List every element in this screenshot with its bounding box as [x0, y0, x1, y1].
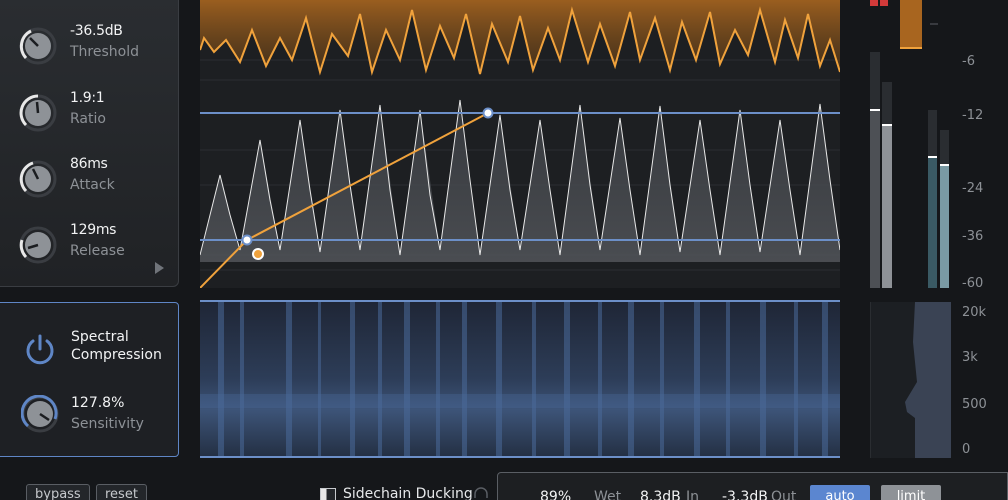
- sensitivity-value: 127.8%: [71, 395, 125, 411]
- freq-tick: 3k: [962, 350, 978, 365]
- output-panel: 89% Wet 8.3dB In -3.3dB Out auto limit: [497, 472, 1008, 500]
- freq-tick: 20k: [962, 305, 987, 320]
- compression-display[interactable]: [200, 0, 840, 288]
- threshold-knob[interactable]: [19, 27, 57, 65]
- db-scale: -6 -12 -24 -36 -60: [955, 0, 1008, 291]
- release-label: Release: [70, 243, 125, 259]
- db-tick: -24: [962, 181, 984, 196]
- freq-tick: 0: [962, 442, 971, 457]
- input-gain-value[interactable]: 8.3dB: [640, 489, 681, 500]
- ratio-label: Ratio: [70, 111, 106, 127]
- attack-value: 86ms: [70, 156, 108, 172]
- freq-tick: 500: [962, 397, 987, 412]
- db-tick: -60: [962, 276, 984, 291]
- db-tick: -36: [962, 229, 984, 244]
- compressor-controls-panel: -36.5dB Threshold 1.9:1 Ratio 86ms Attac…: [0, 0, 179, 287]
- wet-value[interactable]: 89%: [540, 489, 571, 500]
- output-gain-label: Out: [771, 489, 797, 500]
- spectrogram-display: [200, 300, 840, 458]
- attack-label: Attack: [70, 177, 115, 193]
- ceiling-handle[interactable]: [482, 107, 494, 119]
- bottom-toolbar: bypass reset Sidechain Ducking 89% Wet 8…: [0, 468, 1008, 500]
- headphones-icon[interactable]: [473, 486, 489, 500]
- frequency-scale: 20k 3k 500 0: [955, 300, 1008, 460]
- level-indicator-dot: [252, 248, 264, 260]
- sidechain-label: Sidechain Ducking: [343, 486, 473, 500]
- threshold-control[interactable]: -36.5dB Threshold: [17, 21, 177, 71]
- sensitivity-label: Sensitivity: [71, 416, 144, 432]
- output-gain-value[interactable]: -3.3dB: [722, 489, 768, 500]
- limit-button[interactable]: limit: [881, 485, 941, 500]
- spectral-compression-label: Spectral Compression: [71, 329, 162, 363]
- power-icon[interactable]: [23, 333, 57, 367]
- db-tick: -6: [962, 54, 975, 69]
- spectral-profile: [870, 302, 951, 458]
- ratio-control[interactable]: 1.9:1 Ratio: [17, 88, 177, 138]
- db-tick: -12: [962, 108, 984, 123]
- attack-control[interactable]: 86ms Attack: [17, 154, 177, 204]
- release-control[interactable]: 129ms Release: [17, 220, 177, 270]
- sidechain-toggle[interactable]: [320, 488, 336, 500]
- threshold-value: -36.5dB: [70, 23, 123, 39]
- reset-button[interactable]: reset: [96, 484, 147, 500]
- sensitivity-knob[interactable]: [21, 395, 59, 433]
- bypass-button[interactable]: bypass: [26, 484, 90, 500]
- expand-arrow-icon[interactable]: [155, 262, 164, 274]
- release-knob[interactable]: [19, 226, 57, 264]
- knee-handle[interactable]: [241, 234, 253, 246]
- release-value: 129ms: [70, 222, 117, 238]
- wet-label: Wet: [594, 489, 622, 500]
- level-meters: [870, 0, 949, 288]
- auto-button[interactable]: auto: [810, 485, 870, 500]
- ratio-knob[interactable]: [19, 94, 57, 132]
- threshold-label: Threshold: [70, 44, 139, 60]
- attack-knob[interactable]: [19, 160, 57, 198]
- ratio-value: 1.9:1: [70, 90, 105, 106]
- spectral-compression-panel: Spectral Compression 127.8% Sensitivity: [0, 302, 179, 457]
- input-gain-label: In: [686, 489, 700, 500]
